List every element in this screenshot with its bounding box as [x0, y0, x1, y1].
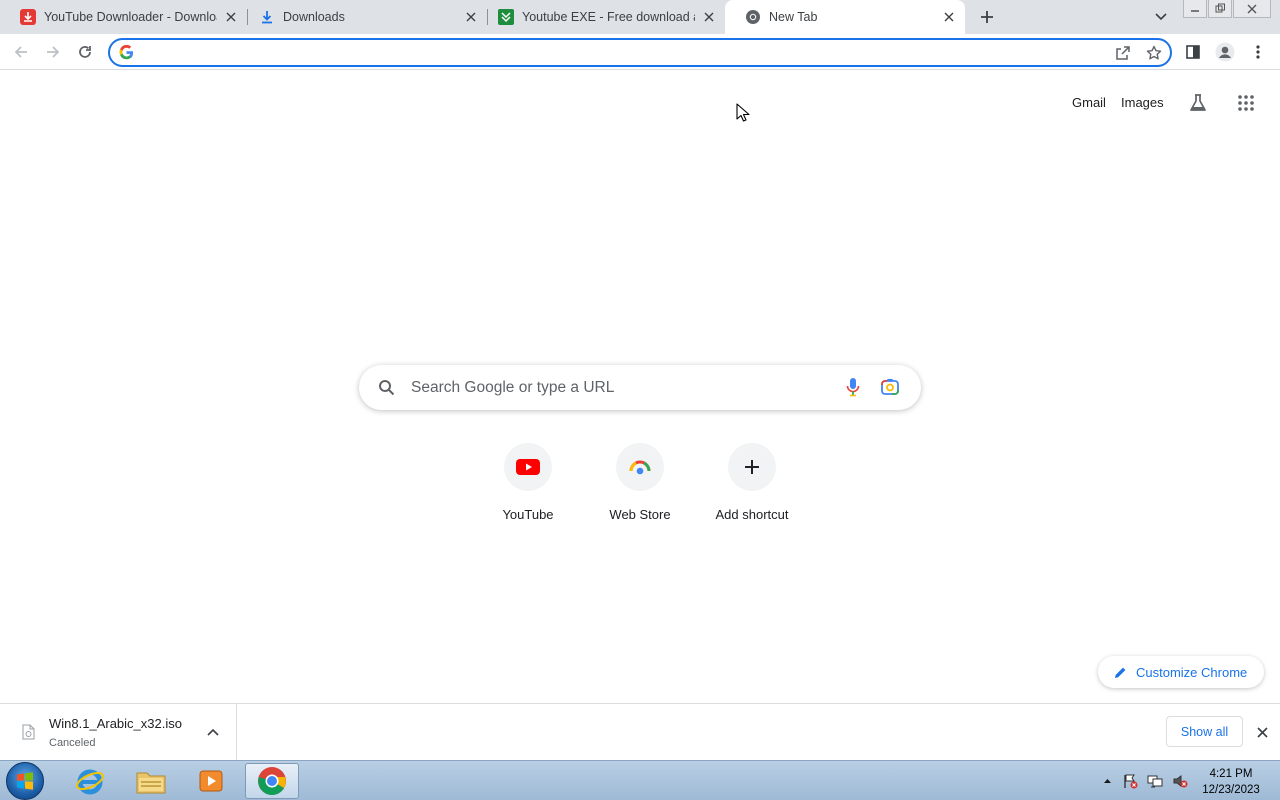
shortcut-label: Web Store [609, 507, 671, 522]
chevron-down-icon [1155, 13, 1167, 21]
chrome-favicon [745, 9, 761, 25]
reload-icon [79, 46, 91, 58]
share-button[interactable] [1113, 43, 1133, 63]
new-tab-button[interactable] [976, 6, 998, 28]
tab-downloads[interactable]: Downloads [239, 0, 487, 34]
flask-icon [1190, 94, 1206, 111]
download-favicon [259, 9, 275, 25]
google-lens-icon[interactable] [880, 377, 900, 402]
plus-icon [981, 11, 993, 23]
forward-button[interactable] [40, 39, 66, 65]
restore-button[interactable] [1208, 0, 1232, 18]
file-explorer-icon[interactable] [124, 763, 178, 799]
show-all-button[interactable]: Show all [1166, 716, 1243, 747]
file-icon [22, 724, 35, 745]
start-button[interactable] [6, 762, 44, 800]
chrome-menu-button[interactable] [1245, 39, 1271, 65]
tab-title: YouTube Downloader - Download [44, 10, 217, 24]
download-status: Canceled [49, 737, 96, 749]
tab-youtube-exe[interactable]: Youtube EXE - Free download and [478, 0, 725, 34]
tab-close-icon[interactable] [939, 7, 959, 27]
shortcut-label: YouTube [502, 507, 554, 522]
omnibox[interactable] [108, 38, 1172, 67]
ntp-search-box[interactable]: Search Google or type a URL [359, 365, 921, 410]
network-icon[interactable] [1147, 773, 1163, 789]
media-player-icon[interactable] [184, 763, 238, 799]
tab-title: New Tab [769, 10, 818, 24]
tab-close-icon[interactable] [221, 7, 241, 27]
labs-button[interactable] [1185, 90, 1211, 116]
show-hidden-icons-button[interactable] [1099, 773, 1115, 789]
tab-close-icon[interactable] [699, 7, 719, 27]
reload-button[interactable] [72, 39, 98, 65]
clock-date: 12/23/2023 [1202, 784, 1260, 796]
download-filename: Win8.1_Arabic_x32.iso [49, 716, 182, 731]
side-panel-button[interactable] [1180, 39, 1206, 65]
google-apps-button[interactable] [1233, 90, 1259, 116]
customize-label: Customize Chrome [1136, 664, 1248, 680]
side-panel-icon [1186, 45, 1200, 59]
more-vert-icon [1256, 45, 1260, 59]
tab-search-button[interactable] [1151, 7, 1171, 27]
chrome-icon[interactable] [245, 763, 299, 799]
share-icon [1116, 46, 1130, 60]
softonic-favicon [498, 9, 514, 25]
gmail-link[interactable]: Gmail [1072, 95, 1106, 110]
tab-strip: YouTube Downloader - Download Downloads … [0, 0, 1280, 34]
avatar-icon [1215, 42, 1235, 62]
system-clock[interactable]: 4:21 PM 12/23/2023 [1196, 766, 1266, 798]
shortcut-label: Add shortcut [715, 507, 789, 522]
windows-taskbar: 4:21 PM 12/23/2023 [0, 760, 1280, 800]
search-placeholder: Search Google or type a URL [411, 379, 615, 396]
apps-grid-icon [1238, 95, 1254, 111]
pencil-icon [1114, 666, 1127, 679]
star-icon [1146, 45, 1162, 60]
internet-explorer-icon[interactable] [63, 763, 117, 799]
omnibox-input[interactable] [146, 44, 1106, 62]
youtube-downloader-favicon [20, 9, 36, 25]
mouse-cursor-icon [736, 103, 750, 128]
web-store-icon [616, 443, 664, 491]
tab-title: Youtube EXE - Free download and [522, 10, 695, 24]
bookmark-star-button[interactable] [1144, 43, 1164, 63]
google-g-icon [119, 44, 134, 65]
customize-chrome-button[interactable]: Customize Chrome [1098, 656, 1264, 688]
profile-button[interactable] [1212, 39, 1238, 65]
close-shelf-icon[interactable] [1252, 722, 1272, 742]
plus-icon [728, 443, 776, 491]
tab-new-tab[interactable]: New Tab [725, 0, 965, 34]
back-arrow-icon [14, 46, 27, 58]
chevron-up-icon[interactable] [203, 722, 223, 742]
download-item[interactable]: Win8.1_Arabic_x32.iso Canceled [0, 704, 237, 760]
tab-title: Downloads [283, 10, 345, 24]
youtube-icon [504, 443, 552, 491]
tab-youtube-downloader[interactable]: YouTube Downloader - Download [0, 0, 247, 34]
browser-toolbar [0, 34, 1280, 70]
download-shelf: Win8.1_Arabic_x32.iso Canceled Show all [0, 703, 1280, 760]
voice-search-icon[interactable] [845, 377, 861, 402]
images-link[interactable]: Images [1121, 95, 1164, 110]
minimize-button[interactable] [1183, 0, 1207, 18]
clock-time: 4:21 PM [1209, 768, 1253, 780]
close-window-button[interactable] [1233, 0, 1271, 18]
back-button[interactable] [8, 39, 34, 65]
action-center-flag-icon[interactable] [1122, 773, 1138, 789]
volume-muted-icon[interactable] [1172, 773, 1188, 789]
shortcut-add[interactable]: Add shortcut [696, 443, 808, 533]
forward-arrow-icon [47, 46, 60, 58]
search-icon [378, 379, 395, 401]
shortcut-web-store[interactable]: Web Store [584, 443, 696, 533]
windows-logo-icon [17, 772, 33, 790]
shortcut-youtube[interactable]: YouTube [472, 443, 584, 533]
